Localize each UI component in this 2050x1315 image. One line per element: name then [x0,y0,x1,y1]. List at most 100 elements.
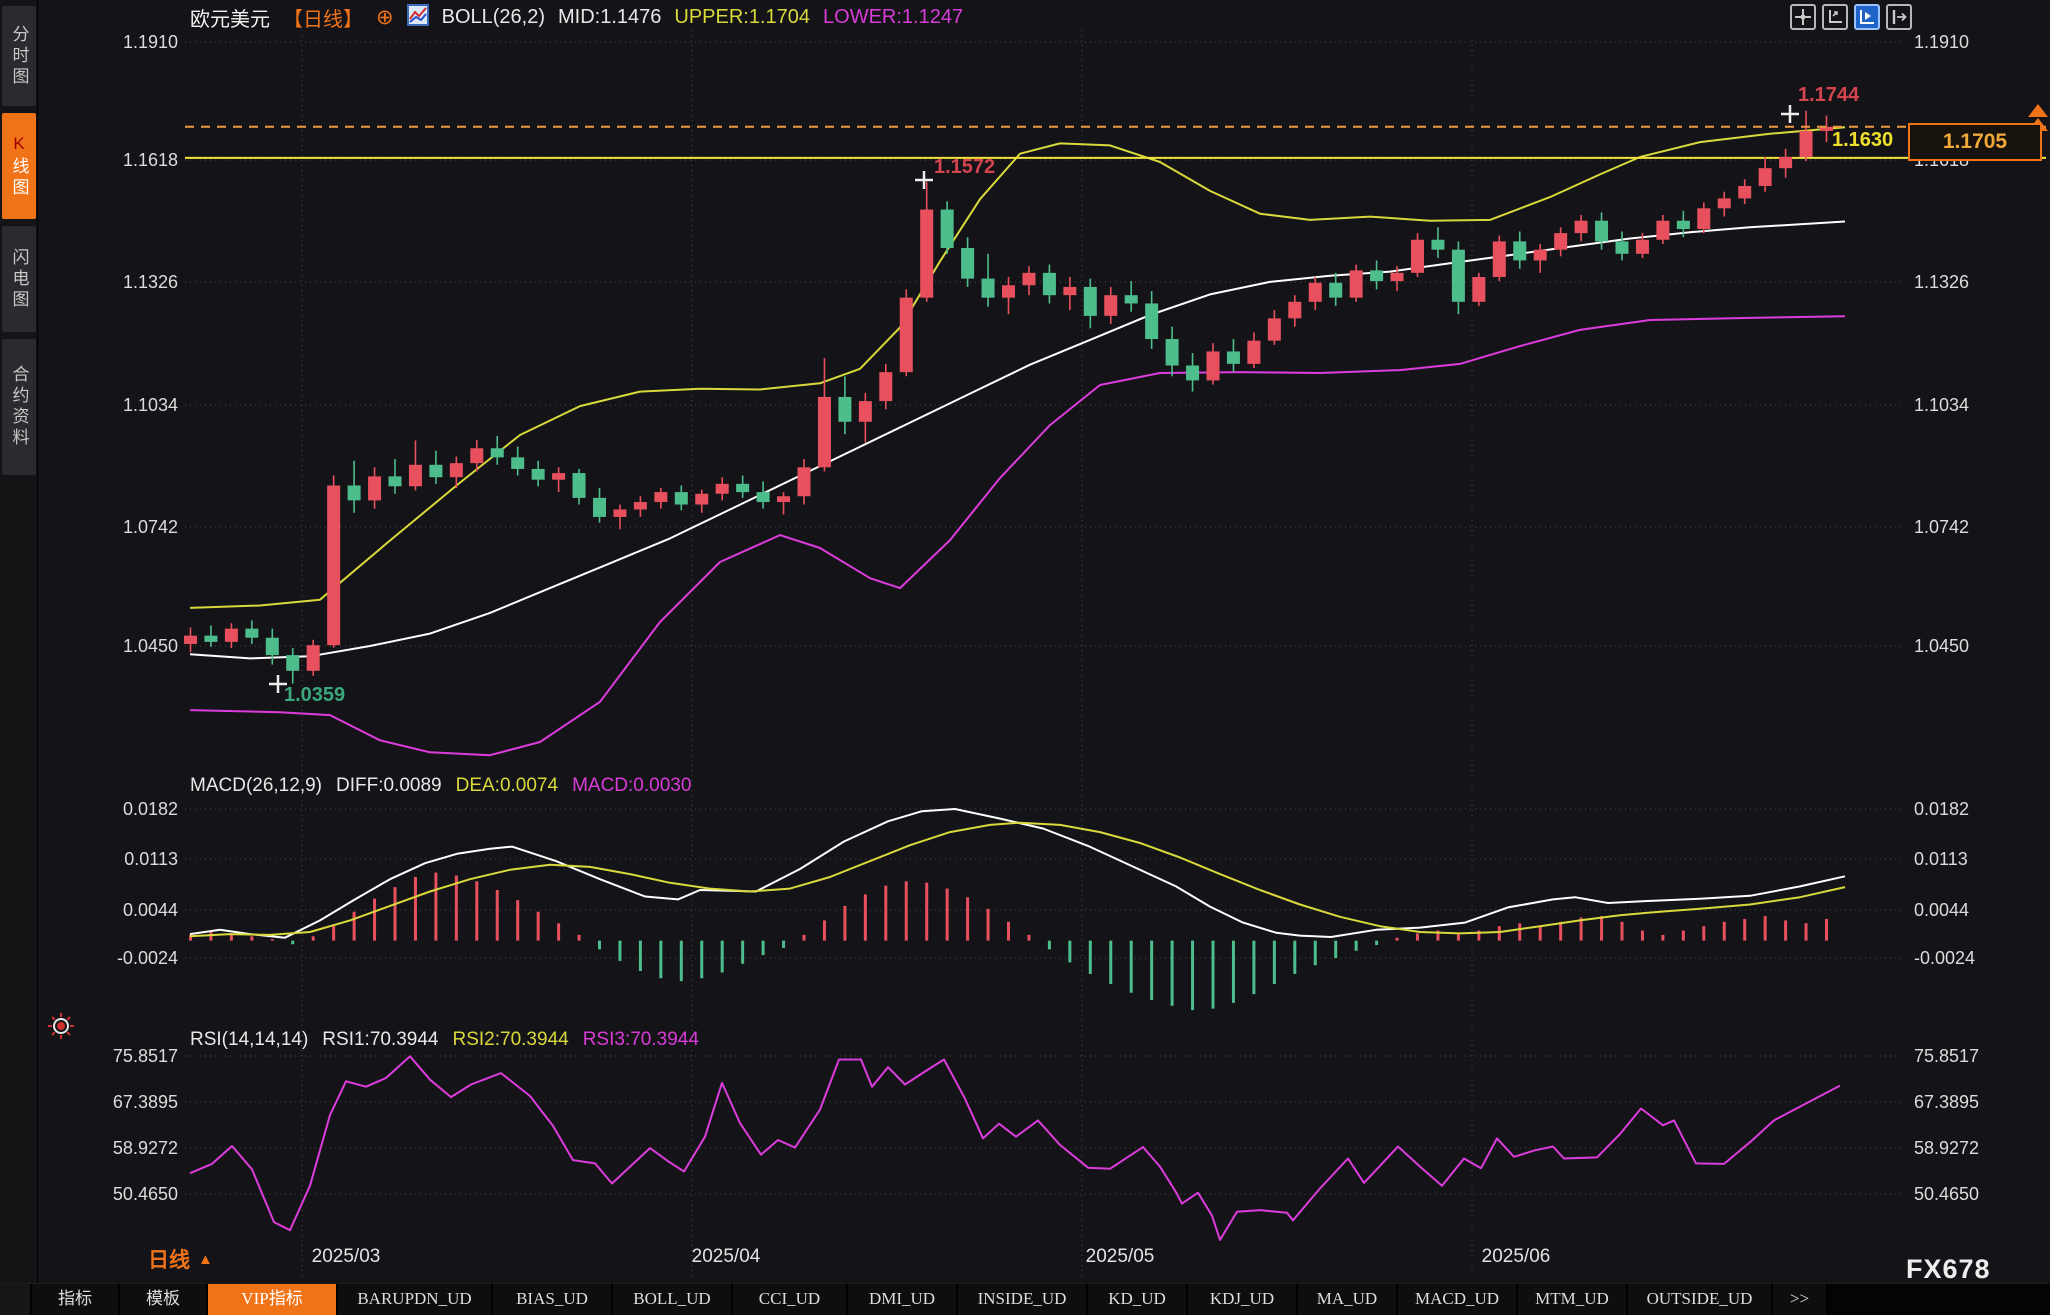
period-high-label: 1.1744 [1798,84,1860,106]
tab-kdj-ud[interactable]: KDJ_UD [1188,1284,1298,1315]
tab-more[interactable]: >> [1773,1284,1828,1315]
candle-body [1656,220,1670,240]
y-axis-tick-left: 1.1034 [123,395,178,415]
tab-barupdn-ud[interactable]: BARUPDN_UD [338,1284,493,1315]
tab-kd-ud[interactable]: KD_UD [1088,1284,1188,1315]
candle-body [1288,301,1302,319]
candle-body [1738,185,1752,199]
candle-body [1370,270,1384,282]
candle-body [1717,198,1731,209]
candle-body [1083,286,1097,316]
y-axis-tick-right: 1.0450 [1914,636,1969,656]
candle-body [368,476,382,501]
y-axis-tick-right: 67.3895 [1914,1092,1979,1112]
y-axis-tick-left: 1.1326 [123,272,178,292]
macd-diff-value: DIFF:0.0089 [336,775,442,796]
candle-body [981,278,995,298]
tab-inside-ud[interactable]: INSIDE_UD [958,1284,1088,1315]
axis-scale-icon[interactable] [1822,4,1848,30]
candle-body [1799,130,1813,158]
candle-body [654,492,668,503]
mini-chart-icon [406,3,429,32]
tab-cci-ud[interactable]: CCI_UD [733,1284,848,1315]
period-tag: 【日线】 [283,9,363,31]
y-axis-tick-right: 0.0113 [1914,849,1968,869]
playback-icon[interactable] [1854,4,1880,30]
candle-body [633,502,647,510]
y-axis-tick-left: 1.0450 [123,636,178,656]
candle-body [347,485,361,501]
candle-body [593,497,606,517]
rsi2-value: RSI2:70.3944 [452,1029,569,1050]
candle-body [327,485,341,646]
candle-body [572,473,586,498]
candle-body [1533,249,1547,261]
candle-body [1411,239,1424,273]
boll-upper-line [189,126,1846,609]
candle-body [1002,285,1015,298]
y-axis-tick-right: 0.0182 [1914,799,1969,819]
y-axis-tick-left: 75.8517 [113,1046,178,1066]
candle-body [715,483,729,494]
candle-body [1186,365,1200,381]
y-axis-tick-right: 50.4650 [1914,1184,1979,1204]
y-axis-tick-right: 58.9272 [1914,1138,1979,1158]
candle-body [817,396,831,468]
exit-chart-icon[interactable] [1886,4,1912,30]
tab-boll-ud[interactable]: BOLL_UD [613,1284,733,1315]
y-axis-tick-right: 1.1326 [1914,272,1969,292]
period-selector[interactable]: 日线 ▲ [148,1244,213,1274]
candle-body [286,655,300,671]
candle-body [674,492,688,505]
candle-body [1779,157,1793,169]
april-high-label: 1.1572 [934,156,996,178]
candle-body [736,483,750,493]
indicator-settings-icon[interactable] [47,1012,75,1040]
candle-body [408,464,422,487]
macd-name: MACD(26,12,9) [190,775,322,796]
tab-vip-indicators[interactable]: VIP指标 [208,1284,338,1315]
indicator-tab-bar: 指标 模板 VIP指标 BARUPDN_UD BIAS_UD BOLL_UD C… [0,1283,2050,1315]
candle-body [1676,220,1690,229]
candle-body [184,635,197,644]
candle-body [1472,276,1486,302]
candle-body [511,457,525,469]
candle-body [1329,282,1343,298]
add-indicator-icon[interactable]: ⊕ [376,5,394,30]
candle-body [1758,168,1772,186]
x-axis-label: 2025/06 [1481,1246,1551,1267]
y-axis-tick-right: 1.1034 [1914,395,1969,415]
symbol-title: 欧元美元 [190,9,270,31]
y-axis-tick-left: 0.0044 [123,900,178,920]
x-axis-label: 2025/04 [691,1246,761,1267]
boll-mid-line [189,220,1846,660]
tab-dmi-ud[interactable]: DMI_UD [848,1284,958,1315]
candle-body [1635,239,1649,254]
candle-body [1574,220,1588,234]
candle-body [777,496,791,503]
y-axis-tick-right: 1.0742 [1914,517,1969,537]
candle-body [1349,270,1363,298]
tab-templates[interactable]: 模板 [120,1284,208,1315]
tab-mtm-ud[interactable]: MTM_UD [1518,1284,1628,1315]
tab-ma-ud[interactable]: MA_UD [1298,1284,1398,1315]
candle-body [1042,272,1056,296]
candle-body [449,463,463,478]
tab-indicators[interactable]: 指标 [32,1284,120,1315]
tab-outside-ud[interactable]: OUTSIDE_UD [1628,1284,1773,1315]
current-price-box: 1.1705 [1908,123,2042,161]
pan-move-icon[interactable] [1790,4,1816,30]
tabbar-spacer [0,1284,32,1315]
tab-bias-ud[interactable]: BIAS_UD [493,1284,613,1315]
candle-body [1390,272,1404,282]
y-axis-tick-left: 67.3895 [113,1092,178,1112]
candle-body [388,476,402,487]
candle-body [1308,282,1322,302]
candle-body [490,448,504,458]
candle-body [306,645,320,671]
tab-macd-ud[interactable]: MACD_UD [1398,1284,1518,1315]
y-axis-tick-left: 1.1910 [123,32,178,52]
candle-body [899,297,913,373]
candle-body [756,492,770,503]
candle-body [1615,241,1629,254]
